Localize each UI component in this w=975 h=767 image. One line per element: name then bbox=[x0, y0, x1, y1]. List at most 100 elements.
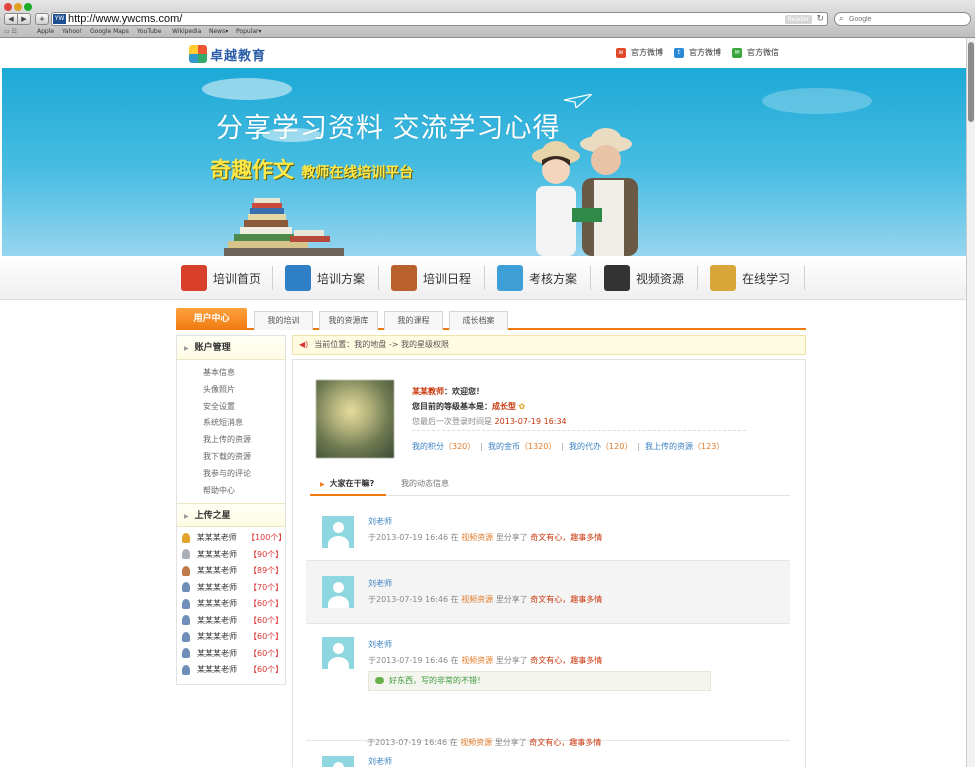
comment-bubble-icon bbox=[375, 677, 384, 684]
feed-title-link[interactable]: 奇文有心，趣事多情 bbox=[530, 595, 602, 604]
nav-training-schedule[interactable]: 培训日程 bbox=[391, 263, 471, 293]
sidebar-link-uploads[interactable]: 我上传的资源 bbox=[203, 432, 285, 449]
search-box[interactable]: ⌕ bbox=[834, 12, 971, 26]
last-login-line: 您最后一次登录时间是 2013-07-19 16:34 bbox=[412, 414, 746, 429]
sidebar-link-downloads[interactable]: 我下载的资源 bbox=[203, 449, 285, 466]
tab-my-activity[interactable]: 我的动态信息 bbox=[401, 474, 449, 494]
sidebar-link-basic-info[interactable]: 基本信息 bbox=[203, 365, 285, 382]
feed-user-name[interactable]: 刘老师 bbox=[368, 516, 392, 527]
star-name: 某某某老师 bbox=[197, 566, 237, 576]
bookmark-wikipedia[interactable]: Wikipedia bbox=[172, 27, 201, 37]
main-navigation: 培训首页 培训方案 培训日程 考核方案 视频资源 在线学习 bbox=[0, 256, 966, 300]
bookmark-news[interactable]: News▾ bbox=[209, 27, 228, 37]
nav-training-home[interactable]: 培训首页 bbox=[181, 263, 261, 293]
stat-points[interactable]: 我的积分（320） bbox=[412, 442, 475, 451]
clapperboard-icon bbox=[604, 265, 630, 291]
star-row[interactable]: 某某某老师 【89个】 bbox=[177, 562, 285, 579]
sidebar-link-avatar[interactable]: 头像照片 bbox=[203, 382, 285, 399]
star-row[interactable]: 某某某老师 【60个】 bbox=[177, 628, 285, 645]
tab-everyone-activity[interactable]: ▶ 大家在干嘛? bbox=[310, 474, 386, 496]
tab-my-resources[interactable]: 我的资源库 bbox=[319, 311, 378, 330]
star-row[interactable]: 某某某老师 【90个】 bbox=[177, 546, 285, 563]
star-row[interactable]: 某某某老师 【60个】 bbox=[177, 612, 285, 629]
nav-assessment-plan[interactable]: 考核方案 bbox=[497, 263, 577, 293]
feed-user-name[interactable]: 刘老师 bbox=[368, 756, 392, 767]
stat-uploads[interactable]: 我上传的资源（123） bbox=[645, 442, 724, 451]
feed-category-link[interactable]: 视频资源 bbox=[461, 656, 493, 665]
silver-medal-icon bbox=[182, 549, 190, 560]
search-input[interactable] bbox=[849, 13, 964, 25]
social-link-wechat[interactable]: ✉ 官方微信 bbox=[732, 47, 779, 58]
default-avatar-icon[interactable] bbox=[322, 637, 354, 669]
address-bar[interactable]: YW http://www.ywcms.com/ Reader ↻ bbox=[51, 12, 828, 26]
star-row[interactable]: 某某某老师 【60个】 bbox=[177, 595, 285, 612]
tab-growth-archive[interactable]: 成长档案 bbox=[449, 311, 508, 330]
feed-category-link[interactable]: 视频资源 bbox=[460, 738, 492, 747]
bookmark-youtube[interactable]: YouTube bbox=[137, 27, 161, 37]
breadcrumb-text[interactable]: 当前位置：我的地盘 -> 我的星级权限 bbox=[314, 340, 449, 349]
default-avatar-icon[interactable] bbox=[322, 756, 354, 767]
feed-category-link[interactable]: 视频资源 bbox=[461, 595, 493, 604]
tab-my-training[interactable]: 我的培训 bbox=[254, 311, 313, 330]
scrollbar-thumb[interactable] bbox=[968, 42, 974, 122]
default-avatar-icon[interactable] bbox=[322, 576, 354, 608]
feed-comment: 好东西，写的非常的不错！ bbox=[368, 671, 711, 691]
account-links: 基本信息 头像照片 安全设置 系统短消息 我上传的资源 我下载的资源 我参与的评… bbox=[177, 360, 285, 503]
sidebar-heading-label: 上传之星 bbox=[194, 511, 231, 522]
stat-coins[interactable]: 我的金币（1320） bbox=[488, 442, 556, 451]
tab-my-courses[interactable]: 我的课程 bbox=[384, 311, 443, 330]
user-name[interactable]: 某某教师 bbox=[412, 387, 444, 396]
user-stats: 我的积分（320） | 我的金币（1320） | 我的代办（120） | 我上传的资源（12… bbox=[412, 442, 725, 451]
bookmark-yahoo[interactable]: Yahoo! bbox=[62, 27, 82, 37]
back-button[interactable]: ◀ bbox=[4, 13, 18, 25]
user-avatar[interactable] bbox=[316, 380, 394, 458]
add-bookmark-button[interactable]: + bbox=[35, 13, 49, 25]
welcome-text: ：欢迎您！ bbox=[444, 387, 484, 396]
star-name: 某某某老师 bbox=[197, 599, 237, 609]
bookmark-apple[interactable]: Apple bbox=[37, 27, 54, 37]
star-row[interactable]: 某某某老师 【60个】 bbox=[177, 645, 285, 662]
forward-button[interactable]: ▶ bbox=[17, 13, 31, 25]
zoom-window-button[interactable] bbox=[24, 3, 32, 11]
star-row[interactable]: 某某某老师 【60个】 bbox=[177, 661, 285, 678]
arrow-right-icon: ▶ bbox=[184, 345, 189, 352]
reload-icon[interactable]: ↻ bbox=[816, 13, 824, 25]
feed-title-link[interactable]: 奇文有心，趣事多情 bbox=[530, 656, 602, 665]
nav-divider bbox=[272, 266, 273, 290]
sidebar-link-security[interactable]: 安全设置 bbox=[203, 399, 285, 416]
feed-item: 刘老师 于2013-07-19 16:46 在 视频资源 里分享了 奇文有心，趣… bbox=[306, 561, 790, 623]
star-row[interactable]: 某某某老师 【70个】 bbox=[177, 579, 285, 596]
nav-label: 在线学习 bbox=[742, 271, 791, 286]
show-all-bookmarks-icon[interactable]: ▭ ☷ bbox=[4, 27, 17, 37]
feed-title-link[interactable]: 奇文有心，趣事多情 bbox=[529, 738, 601, 747]
nav-video-resources[interactable]: 视频资源 bbox=[604, 263, 684, 293]
url-text[interactable]: http://www.ywcms.com/ bbox=[68, 13, 182, 26]
nav-training-plan[interactable]: 培训方案 bbox=[285, 263, 365, 293]
minimize-window-button[interactable] bbox=[14, 3, 22, 11]
nav-online-learning[interactable]: 在线学习 bbox=[710, 263, 790, 293]
social-link-weibo[interactable]: w 官方微博 bbox=[616, 47, 663, 58]
nav-divider bbox=[590, 266, 591, 290]
feed-meta: 于2013-07-19 16:46 在 视频资源 里分享了 奇文有心，趣事多情 bbox=[368, 595, 603, 604]
wechat-icon: ✉ bbox=[732, 47, 742, 58]
sidebar-link-messages[interactable]: 系统短消息 bbox=[203, 415, 285, 432]
star-row[interactable]: 某某某老师 【100个】 bbox=[177, 529, 286, 546]
bookmark-google-maps[interactable]: Google Maps bbox=[90, 27, 129, 37]
feed-category-link[interactable]: 视频资源 bbox=[461, 533, 493, 542]
tab-user-center[interactable]: 用户中心 bbox=[176, 308, 247, 330]
feed-user-name[interactable]: 刘老师 bbox=[368, 578, 392, 589]
page-scrollbar[interactable] bbox=[966, 38, 975, 767]
site-logo[interactable]: 卓越教育 bbox=[189, 43, 266, 65]
sidebar-link-comments[interactable]: 我参与的评论 bbox=[203, 466, 285, 483]
sidebar-link-help[interactable]: 帮助中心 bbox=[203, 483, 285, 500]
social-link-tencent-weibo[interactable]: t 官方微博 bbox=[674, 47, 721, 58]
star-name: 某某某老师 bbox=[197, 648, 237, 658]
close-window-button[interactable] bbox=[4, 3, 12, 11]
default-avatar-icon[interactable] bbox=[322, 516, 354, 548]
stat-todos[interactable]: 我的代办（120） bbox=[569, 442, 632, 451]
bookmark-popular[interactable]: Popular▾ bbox=[236, 27, 262, 37]
feed-user-name[interactable]: 刘老师 bbox=[368, 639, 392, 650]
reader-button[interactable]: Reader bbox=[784, 15, 812, 24]
feed-title-link[interactable]: 奇文有心，趣事多情 bbox=[530, 533, 602, 542]
cloud-decoration bbox=[762, 88, 872, 114]
